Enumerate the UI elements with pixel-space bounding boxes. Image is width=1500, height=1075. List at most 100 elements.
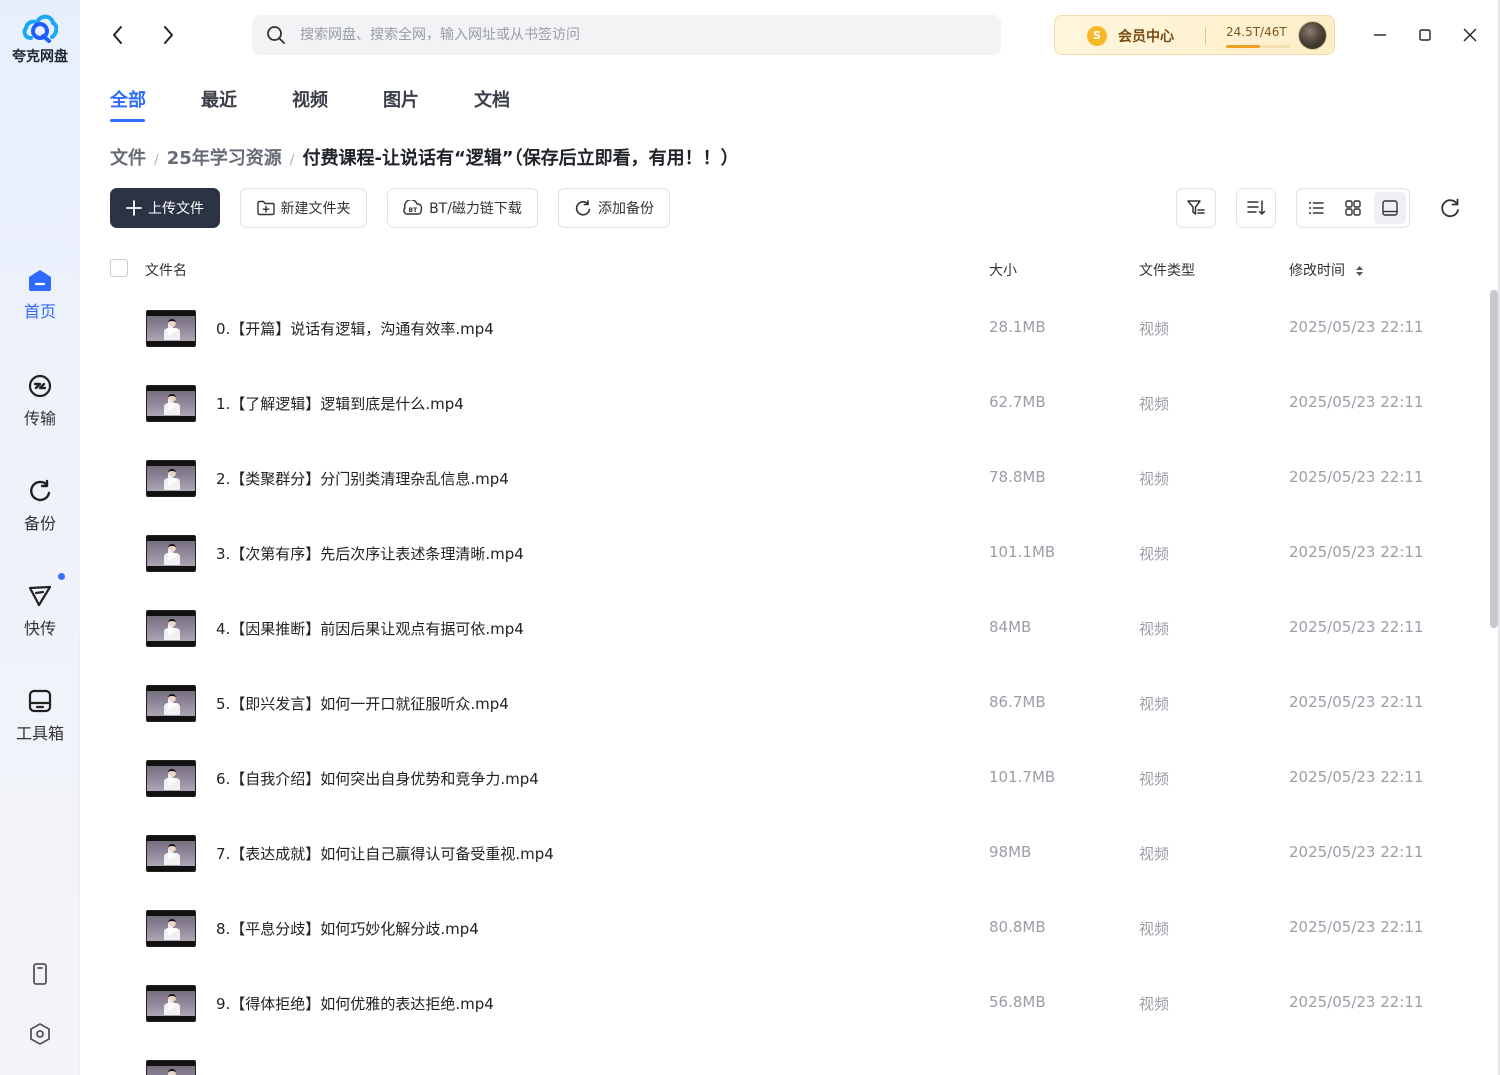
table-row[interactable]: 0.【开篇】说话有逻辑，沟通有效率.mp4 28.1MB 视频 2025/05/23 …: [110, 292, 1480, 367]
file-modified: 2025/05/23 22:11: [1289, 618, 1424, 636]
large-view-icon: [1382, 200, 1398, 216]
video-thumbnail: [146, 385, 196, 422]
new-folder-button[interactable]: 新建文件夹: [240, 188, 367, 228]
refresh-button[interactable]: [1438, 196, 1462, 220]
list-view-button[interactable]: [1300, 192, 1332, 224]
thumbnail-band: [147, 611, 195, 616]
breadcrumb-item-files[interactable]: 文件: [110, 148, 146, 169]
header-name[interactable]: 文件名: [145, 260, 187, 280]
table-row[interactable]: 6.【自我介绍】如何突出自身优势和竞争力.mp4 101.7MB 视频 2025/05…: [110, 742, 1480, 817]
tab-image[interactable]: 图片: [383, 86, 419, 112]
thumbnail-band: [147, 1016, 195, 1021]
file-size: 101.1MB: [989, 543, 1056, 561]
minimize-button[interactable]: [1368, 22, 1392, 48]
app-logo[interactable]: 夸克网盘: [0, 10, 80, 66]
close-icon: [1463, 28, 1477, 42]
upload-button[interactable]: 上传文件: [110, 188, 220, 228]
sidebar-item-home[interactable]: 首页: [0, 268, 80, 322]
sidebar-item-backup[interactable]: 备份: [0, 478, 80, 534]
tab-document[interactable]: 文档: [474, 86, 510, 112]
toolbox-icon: [28, 689, 52, 713]
header-modified-label: 修改时间: [1289, 263, 1345, 279]
thumbnail-band: [147, 386, 195, 391]
sidebar-item-label: 快传: [23, 619, 56, 638]
bt-download-button[interactable]: BT BT/磁力链下载: [387, 188, 538, 228]
file-name: 4.【因果推断】前因后果让观点有据可依.mp4: [216, 620, 524, 638]
add-backup-button-label: 添加备份: [598, 201, 654, 217]
play-icon: [168, 549, 177, 561]
large-view-button[interactable]: [1374, 192, 1406, 224]
file-name: 2.【类聚群分】分门别类清理杂乱信息.mp4: [216, 470, 509, 488]
table-row[interactable]: 9.【得体拒绝】如何优雅的表达拒绝.mp4 56.8MB 视频 2025/05/23 …: [110, 967, 1480, 1042]
header-size[interactable]: 大小: [989, 260, 1017, 280]
upload-button-label: 上传文件: [148, 201, 204, 217]
video-thumbnail: [146, 610, 196, 647]
sidebar-item-toolbox[interactable]: 工具箱: [0, 688, 80, 744]
file-name: 8.【平息分歧】如何巧妙化解分歧.mp4: [216, 920, 479, 938]
header-modified[interactable]: 修改时间: [1289, 260, 1364, 280]
file-name: 9.【得体拒绝】如何优雅的表达拒绝.mp4: [216, 995, 494, 1013]
transfer-icon: [28, 374, 52, 398]
file-size: 84MB: [989, 618, 1032, 636]
play-icon: [168, 474, 177, 486]
phone-icon[interactable]: [28, 962, 52, 986]
grid-view-button[interactable]: [1337, 192, 1369, 224]
sort-button[interactable]: [1236, 188, 1276, 228]
video-thumbnail: [146, 535, 196, 572]
vip-center-button[interactable]: S 会员中心 24.5T/46T: [1054, 15, 1335, 55]
file-type: 视频: [1139, 395, 1170, 413]
sort-icon: [1247, 200, 1266, 215]
tab-recent[interactable]: 最近: [201, 86, 237, 112]
file-name: 3.【次第有序】先后次序让表述条理清晰.mp4: [216, 545, 524, 563]
search-input[interactable]: [300, 15, 980, 55]
thumbnail-band: [147, 566, 195, 571]
filter-icon: [1187, 200, 1205, 215]
sidebar-item-label: 备份: [23, 514, 56, 533]
tab-video[interactable]: 视频: [292, 86, 328, 112]
table-row[interactable]: 1.【了解逻辑】逻辑到底是什么.mp4 62.7MB 视频 2025/05/23 22…: [110, 367, 1480, 442]
sidebar-item-quick-send[interactable]: 快传: [0, 573, 80, 639]
file-modified: 2025/05/23 22:11: [1289, 768, 1424, 786]
grid-view-icon: [1345, 200, 1361, 216]
close-button[interactable]: [1458, 22, 1482, 48]
search-bar: [252, 15, 1001, 55]
table-row[interactable]: 7.【表达成就】如何让自己赢得认可备受重视.mp4 98MB 视频 2025/05/2…: [110, 817, 1480, 892]
breadcrumb-item-folder[interactable]: 25年学习资源: [167, 148, 282, 169]
table-row[interactable]: 4.【因果推断】前因后果让观点有据可依.mp4 84MB 视频 2025/05/23 …: [110, 592, 1480, 667]
add-backup-button[interactable]: 添加备份: [558, 188, 670, 228]
file-size: 86.7MB: [989, 693, 1046, 711]
sidebar-item-label: 工具箱: [15, 724, 64, 743]
select-all-checkbox[interactable]: [110, 259, 128, 277]
backup-icon: [30, 479, 51, 502]
avatar[interactable]: [1298, 21, 1327, 50]
play-icon: [168, 624, 177, 636]
thumbnail-band: [147, 716, 195, 721]
video-thumbnail: [146, 685, 196, 722]
file-name: 6.【自我介绍】如何突出自身优势和竞争力.mp4: [216, 770, 539, 788]
header-type[interactable]: 文件类型: [1139, 260, 1195, 280]
scrollbar[interactable]: [1490, 290, 1498, 628]
table-row[interactable]: 2.【类聚群分】分门别类清理杂乱信息.mp4 78.8MB 视频 2025/05/23…: [110, 442, 1480, 517]
table-row[interactable]: 8.【平息分歧】如何巧妙化解分歧.mp4 80.8MB 视频 2025/05/23 2…: [110, 892, 1480, 967]
settings-icon[interactable]: [28, 1022, 52, 1046]
file-size: 80.8MB: [989, 918, 1046, 936]
table-row[interactable]: 3.【次第有序】先后次序让表述条理清晰.mp4 101.1MB 视频 2025/05/…: [110, 517, 1480, 592]
thumbnail-band: [147, 686, 195, 691]
table-row[interactable]: 5.【即兴发言】如何一开口就征服听众.mp4 86.7MB 视频 2025/05/23…: [110, 667, 1480, 742]
filter-button[interactable]: [1176, 188, 1216, 228]
file-size: 28.1MB: [989, 318, 1046, 336]
chevron-right-icon: [164, 26, 173, 44]
sidebar-item-transfer[interactable]: 传输: [0, 373, 80, 429]
thumbnail-band: [147, 416, 195, 421]
forward-button[interactable]: [156, 22, 180, 48]
sidebar: 夸克网盘 首页 传输 备份 快传 工具箱: [0, 0, 80, 1075]
file-type: 视频: [1139, 920, 1170, 938]
maximize-button[interactable]: [1413, 22, 1437, 48]
sort-arrows-icon: [1356, 266, 1364, 276]
back-button[interactable]: [106, 22, 130, 48]
view-mode-switcher: [1296, 188, 1410, 228]
table-row[interactable]: [110, 1042, 1480, 1075]
file-modified: 2025/05/23 22:11: [1289, 318, 1424, 336]
tab-all[interactable]: 全部: [110, 86, 146, 112]
file-modified: 2025/05/23 22:11: [1289, 918, 1424, 936]
